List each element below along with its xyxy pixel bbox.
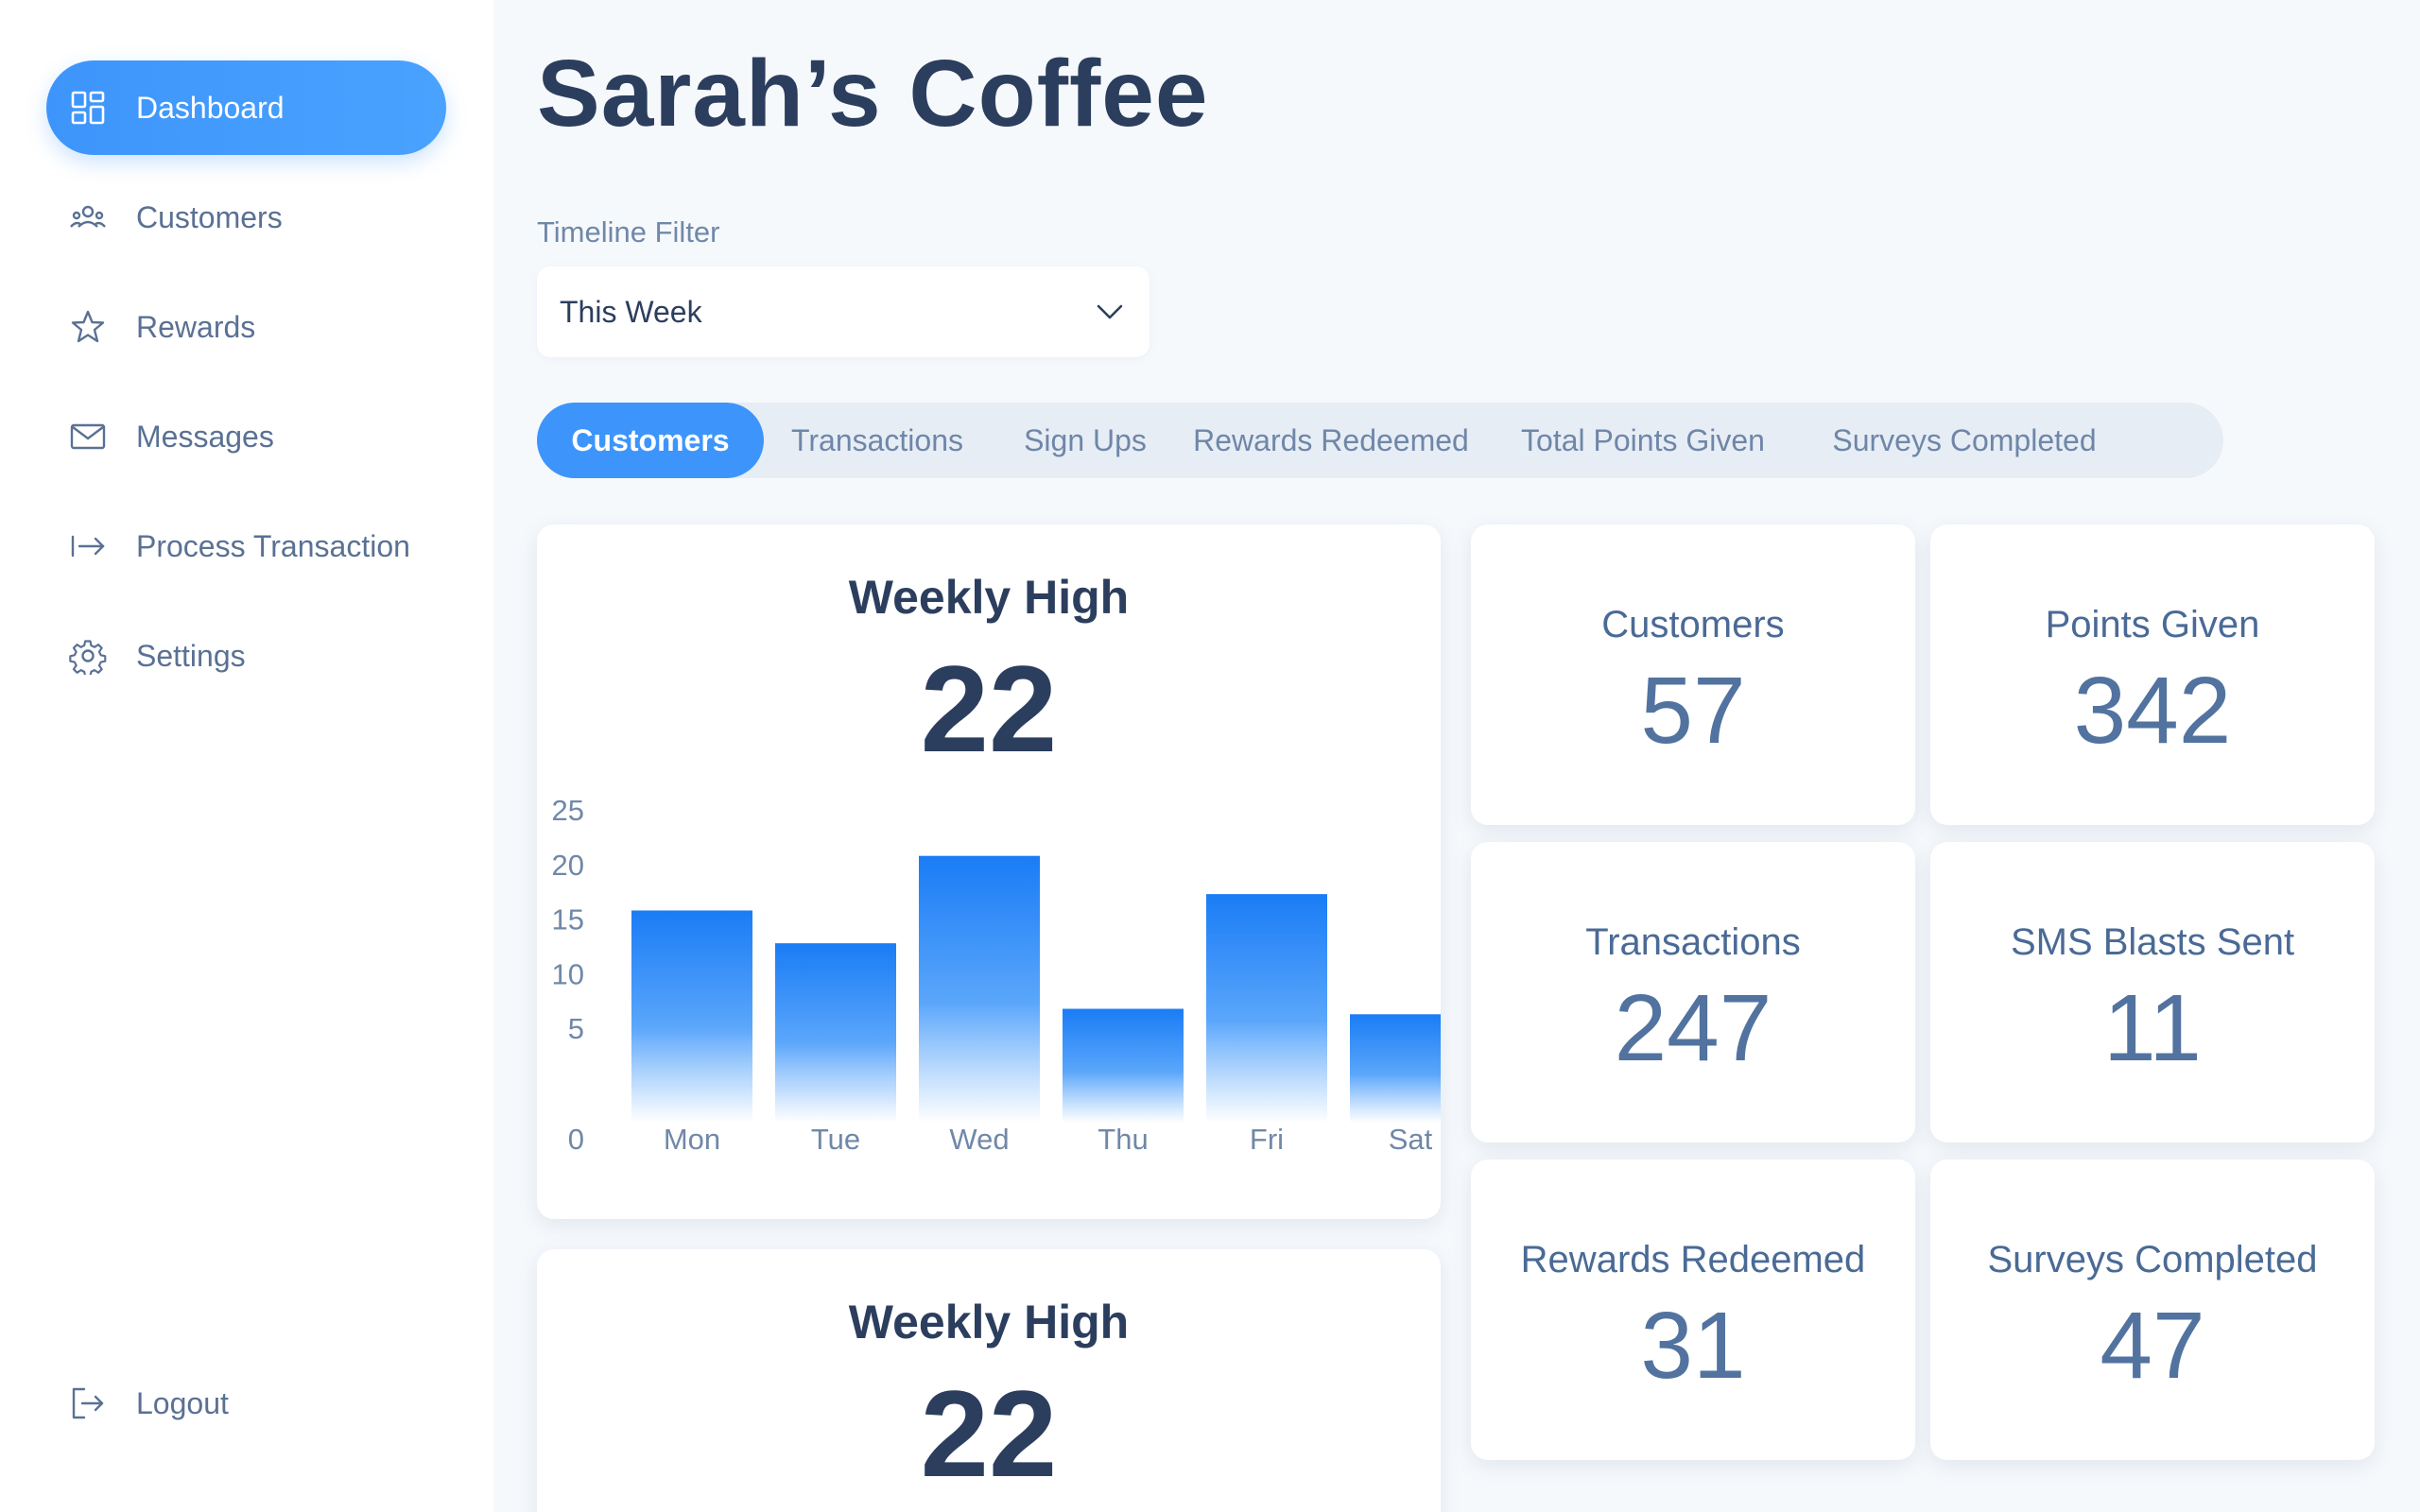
tab-sign-ups[interactable]: Sign Ups [991,403,1180,478]
bar-mon [631,910,752,1123]
stat-value: 57 [1640,658,1746,764]
sidebar-item-settings[interactable]: Settings [46,609,446,703]
gear-icon [69,637,107,675]
logout-button[interactable]: Logout [46,1356,446,1451]
stat-label: Customers [1601,604,1785,645]
stat-label: Surveys Completed [1987,1239,2318,1280]
weekly-bar-chart: 25 20 15 10 5 0 Mon Tue Wed Thu Fri Sat [537,524,1441,1219]
x-tick-label: Mon [664,1123,720,1156]
stat-card-points-given: Points Given 342 [1930,524,2375,825]
weekly-bar-chart-svg: 25 20 15 10 5 0 Mon Tue Wed Thu Fri Sat [552,794,1441,1156]
stat-card-surveys-completed: Surveys Completed 47 [1930,1160,2375,1460]
sidebar-item-process-transaction[interactable]: Process Transaction [46,499,446,593]
stat-card-rewards-redeemed: Rewards Redeemed 31 [1471,1160,1915,1460]
customers-group-icon [69,198,107,236]
stat-card-customers: Customers 57 [1471,524,1915,825]
sidebar-item-dashboard[interactable]: Dashboard [46,60,446,155]
bar-wed [919,855,1040,1123]
stat-card-sms-blasts: SMS Blasts Sent 11 [1930,842,2375,1143]
tab-rewards-redeemed[interactable]: Rewards Redeemed [1180,403,1482,478]
stat-card-transactions: Transactions 247 [1471,842,1915,1143]
dashboard-grid-icon [69,89,107,127]
x-tick-label: Thu [1098,1123,1148,1156]
y-tick-label: 20 [552,849,584,882]
stat-label: Transactions [1585,921,1801,963]
stat-label: Rewards Redeemed [1520,1239,1866,1280]
timeline-filter-select[interactable]: This Week [537,266,1150,357]
bar-tue [775,943,896,1123]
sidebar-item-rewards[interactable]: Rewards [46,280,446,374]
y-tick-label: 0 [568,1123,584,1156]
y-tick-label: 15 [552,903,584,936]
weekly-high-title: Weekly High [848,1296,1130,1349]
metric-tabs: Customers Transactions Sign Ups Rewards … [537,403,2223,478]
logout-label: Logout [136,1385,229,1420]
y-tick-label: 10 [552,957,584,990]
bar-fri [1206,894,1327,1123]
stat-label: SMS Blasts Sent [2010,921,2295,963]
envelope-icon [69,418,107,455]
sidebar-item-label: Dashboard [136,90,285,125]
sidebar-item-label: Rewards [136,309,256,344]
weekly-high-card: Weekly High 22 25 20 15 10 5 0 Mon Tue Wed Thu Fri… [537,524,1441,1219]
logout-icon [69,1384,107,1422]
sidebar-item-label: Messages [136,419,274,454]
sidebar-item-label: Settings [136,638,246,673]
stat-value: 247 [1614,975,1772,1081]
star-icon [69,308,107,346]
x-tick-label: Tue [811,1123,860,1156]
x-tick-label: Fri [1250,1123,1284,1156]
page-title: Sarah’s Coffee [537,41,1209,146]
arrow-right-bar-icon [69,527,107,565]
stat-label: Points Given [2045,604,2260,645]
chevron-down-icon [1091,293,1129,331]
weekly-high-value: 22 [920,1365,1058,1503]
weekly-high-card-secondary: Weekly High 22 [537,1249,1441,1512]
timeline-filter-label: Timeline Filter [537,215,720,249]
stat-value: 31 [1640,1293,1746,1399]
bar-sat [1350,1014,1441,1123]
tab-total-points-given[interactable]: Total Points Given [1482,403,1804,478]
y-tick-label: 25 [552,794,584,827]
sidebar: Dashboard Customers Rewards Messages Pro… [0,0,493,1512]
timeline-filter-value: This Week [560,295,702,329]
tab-transactions[interactable]: Transactions [764,403,991,478]
stat-value: 342 [2073,658,2232,764]
sidebar-item-messages[interactable]: Messages [46,389,446,484]
tab-surveys-completed[interactable]: Surveys Completed [1804,403,2125,478]
bar-thu [1063,1008,1184,1123]
stat-value: 47 [2100,1293,2205,1399]
stat-value: 11 [2103,975,2202,1081]
x-tick-label: Sat [1389,1123,1433,1156]
sidebar-item-label: Process Transaction [136,528,410,563]
y-tick-label: 5 [568,1012,584,1045]
sidebar-item-label: Customers [136,199,283,234]
x-tick-label: Wed [949,1123,1009,1156]
tab-customers[interactable]: Customers [537,403,764,478]
sidebar-item-customers[interactable]: Customers [46,170,446,265]
